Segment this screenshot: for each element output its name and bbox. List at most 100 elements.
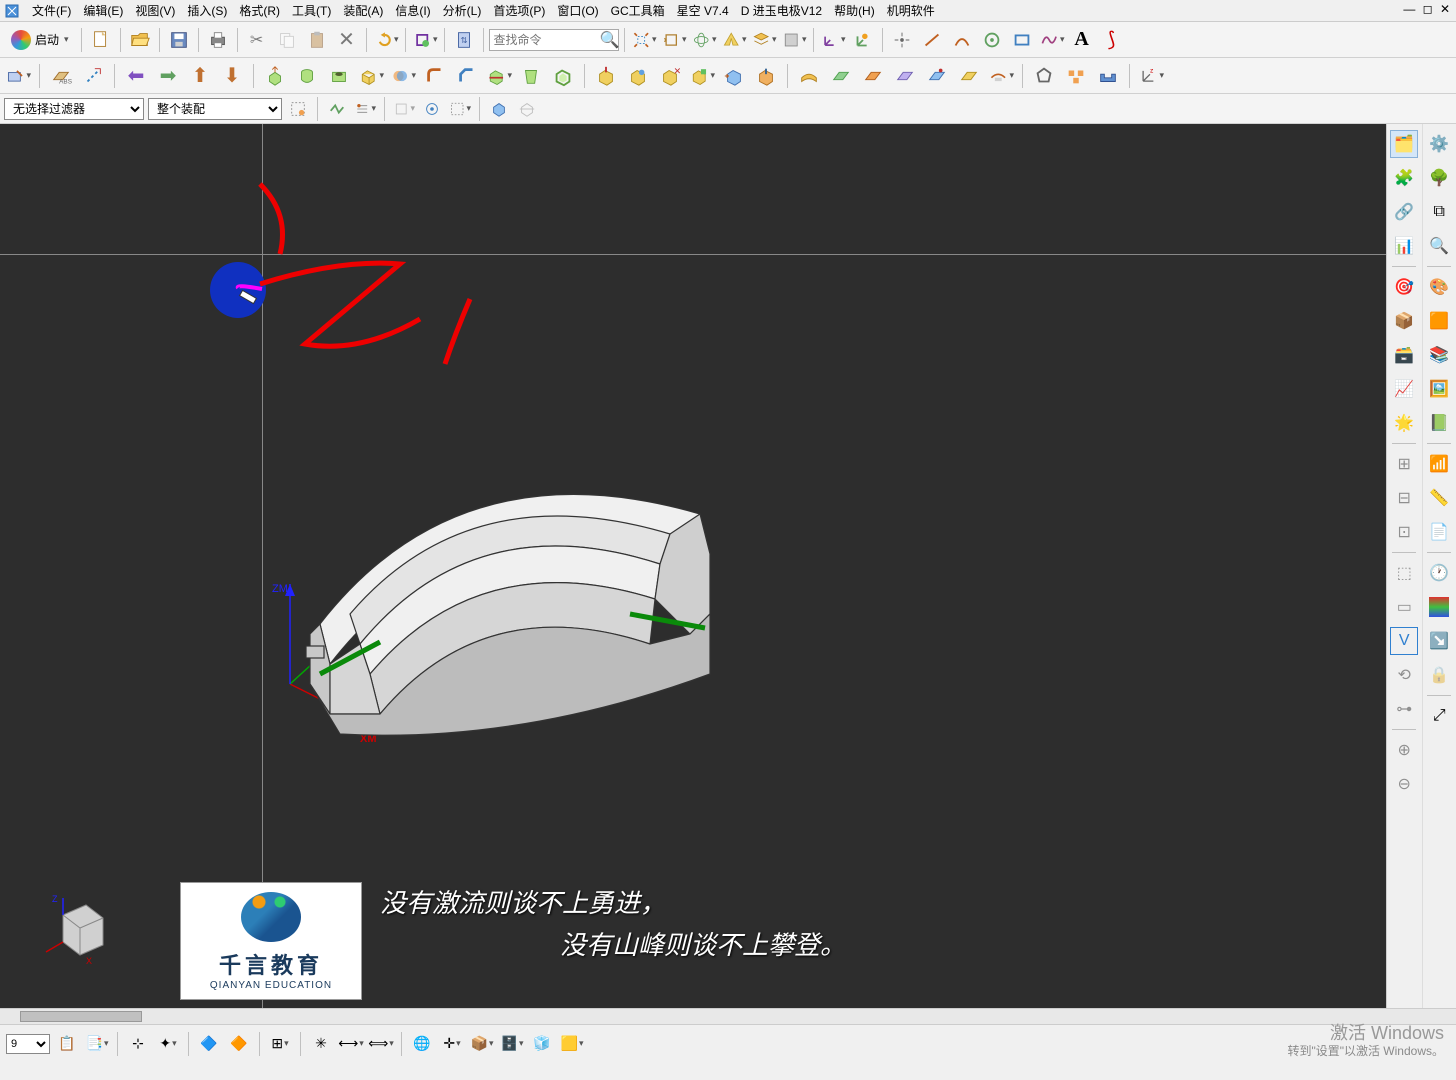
rtool-1[interactable]: 🎯 — [1390, 273, 1418, 301]
new-button[interactable] — [87, 26, 115, 54]
rpanel-settings[interactable]: ⚙️ — [1425, 130, 1453, 158]
status-btn-3[interactable]: ⊹ — [125, 1031, 151, 1057]
sel-mode-3[interactable]: ▾ — [353, 97, 377, 121]
menu-analysis[interactable]: 分析(L) — [437, 0, 488, 21]
menu-xingkong[interactable]: 星空 V7.4 — [671, 0, 735, 21]
menu-format[interactable]: 格式(R) — [233, 0, 286, 21]
rnav-part[interactable]: 🧩 — [1390, 164, 1418, 192]
status-btn-9[interactable]: 🌐 — [409, 1031, 435, 1057]
status-btn-10[interactable]: ✛▾ — [439, 1031, 465, 1057]
launch-button[interactable]: 启动 ▾ — [4, 27, 76, 53]
rtool-8[interactable]: ⊡ — [1390, 518, 1418, 546]
selection-filter-dropdown[interactable]: 无选择过滤器 — [4, 98, 144, 120]
horizontal-scrollbar[interactable] — [0, 1008, 1456, 1024]
nav-up-button[interactable]: ⬆ — [186, 62, 214, 90]
view-section-button[interactable] — [487, 97, 511, 121]
rpanel-material[interactable]: 🟧 — [1425, 307, 1453, 335]
groove-button[interactable] — [1094, 62, 1122, 90]
rtool-2[interactable]: 📦 — [1390, 307, 1418, 335]
surface-1-button[interactable] — [795, 62, 823, 90]
perspective-button[interactable]: ▾ — [720, 26, 748, 54]
block-button[interactable]: ▾ — [357, 62, 385, 90]
delete-button[interactable]: ✕ — [333, 26, 361, 54]
menu-info[interactable]: 信息(I) — [389, 0, 436, 21]
trim-body-button[interactable]: ▾ — [485, 62, 513, 90]
axis-button[interactable]: z▾ — [1137, 62, 1165, 90]
rtool-4[interactable]: 📈 — [1390, 375, 1418, 403]
render-style-button[interactable]: ▾ — [780, 26, 808, 54]
layer-settings-button[interactable]: ▾ — [750, 26, 778, 54]
move-face-button[interactable] — [592, 62, 620, 90]
resize-face-button[interactable] — [624, 62, 652, 90]
datum-plane-button[interactable]: ABS — [47, 62, 75, 90]
rtool-11[interactable]: V — [1390, 627, 1418, 655]
offset-region-button[interactable] — [752, 62, 780, 90]
status-btn-8[interactable]: ✳ — [308, 1031, 334, 1057]
status-btn-2[interactable]: 📑▾ — [84, 1031, 110, 1057]
rnav-relations[interactable]: 📊 — [1390, 232, 1418, 260]
status-btn-4[interactable]: ✦▾ — [155, 1031, 181, 1057]
status-dim-1[interactable]: ⟷▾ — [338, 1031, 364, 1057]
datum-axis-button[interactable] — [79, 62, 107, 90]
rpanel-layers[interactable]: 📚 — [1425, 341, 1453, 369]
rpanel-doc[interactable]: 📄 — [1425, 518, 1453, 546]
print-button[interactable] — [204, 26, 232, 54]
open-button[interactable] — [126, 26, 154, 54]
sketch-button[interactable]: ▾ — [4, 62, 32, 90]
status-btn-14[interactable]: 🟨▾ — [559, 1031, 585, 1057]
rpanel-gradient[interactable] — [1425, 593, 1453, 621]
surface-2-button[interactable] — [827, 62, 855, 90]
polygon-button[interactable] — [1030, 62, 1058, 90]
fit-view-button[interactable]: ▾ — [630, 26, 658, 54]
menu-jiming[interactable]: 机明软件 — [881, 0, 941, 21]
zoom-button[interactable]: ▾ — [660, 26, 688, 54]
status-btn-5[interactable]: 🔷 — [196, 1031, 222, 1057]
sel-mode-2[interactable] — [325, 97, 349, 121]
window-controls[interactable]: — ◻ ✕ — [1403, 2, 1452, 16]
sel-box-button[interactable]: ▾ — [448, 97, 472, 121]
rpanel-expand[interactable]: ⤢ — [1425, 702, 1453, 730]
rpanel-clock[interactable]: 🕐 — [1425, 559, 1453, 587]
menu-file[interactable]: 文件(F) — [26, 0, 77, 21]
rtool-6[interactable]: ⊞ — [1390, 450, 1418, 478]
rtool-15[interactable]: ⊖ — [1390, 770, 1418, 798]
rpanel-arrow[interactable]: ↘️ — [1425, 627, 1453, 655]
menu-tools[interactable]: 工具(T) — [286, 0, 337, 21]
status-btn-12[interactable]: 🗄️▾ — [499, 1031, 525, 1057]
rpanel-link[interactable]: ⧉ — [1425, 198, 1453, 226]
surface-4-button[interactable] — [891, 62, 919, 90]
chamfer-button[interactable] — [453, 62, 481, 90]
rpanel-texture[interactable]: 🖼️ — [1425, 375, 1453, 403]
extrude-button[interactable] — [261, 62, 289, 90]
search-icon[interactable]: 🔍 — [600, 30, 618, 50]
surface-6-button[interactable] — [955, 62, 983, 90]
arc-button[interactable] — [948, 26, 976, 54]
rnav-constraints[interactable]: 🔗 — [1390, 198, 1418, 226]
text-button[interactable]: A — [1068, 26, 1096, 54]
rpanel-search[interactable]: 🔍 — [1425, 232, 1453, 260]
status-dim-2[interactable]: ⟺▾ — [368, 1031, 394, 1057]
status-btn-6[interactable]: 🔶 — [226, 1031, 252, 1057]
assembly-filter-dropdown[interactable]: 整个装配 — [148, 98, 282, 120]
replace-face-button[interactable] — [720, 62, 748, 90]
surface-5-button[interactable] — [923, 62, 951, 90]
paste-button[interactable] — [303, 26, 331, 54]
rtool-13[interactable]: ⊶ — [1390, 695, 1418, 723]
copy-button[interactable] — [273, 26, 301, 54]
rtool-3[interactable]: 🗃️ — [1390, 341, 1418, 369]
rtool-14[interactable]: ⊕ — [1390, 736, 1418, 764]
menu-edit[interactable]: 编辑(E) — [77, 0, 129, 21]
sel-mode-4[interactable]: ▾ — [392, 97, 416, 121]
wcs-button[interactable]: ▾ — [819, 26, 847, 54]
point-button[interactable] — [888, 26, 916, 54]
status-btn-11[interactable]: 📦▾ — [469, 1031, 495, 1057]
rpanel-signal[interactable]: 📶 — [1425, 450, 1453, 478]
rtool-7[interactable]: ⊟ — [1390, 484, 1418, 512]
copy-face-button[interactable]: ▾ — [688, 62, 716, 90]
rtool-5[interactable]: 🌟 — [1390, 409, 1418, 437]
line-button[interactable] — [918, 26, 946, 54]
cut-button[interactable]: ✂ — [243, 26, 271, 54]
command-search[interactable]: 🔍 — [489, 29, 619, 51]
edge-blend-button[interactable] — [421, 62, 449, 90]
save-button[interactable] — [165, 26, 193, 54]
